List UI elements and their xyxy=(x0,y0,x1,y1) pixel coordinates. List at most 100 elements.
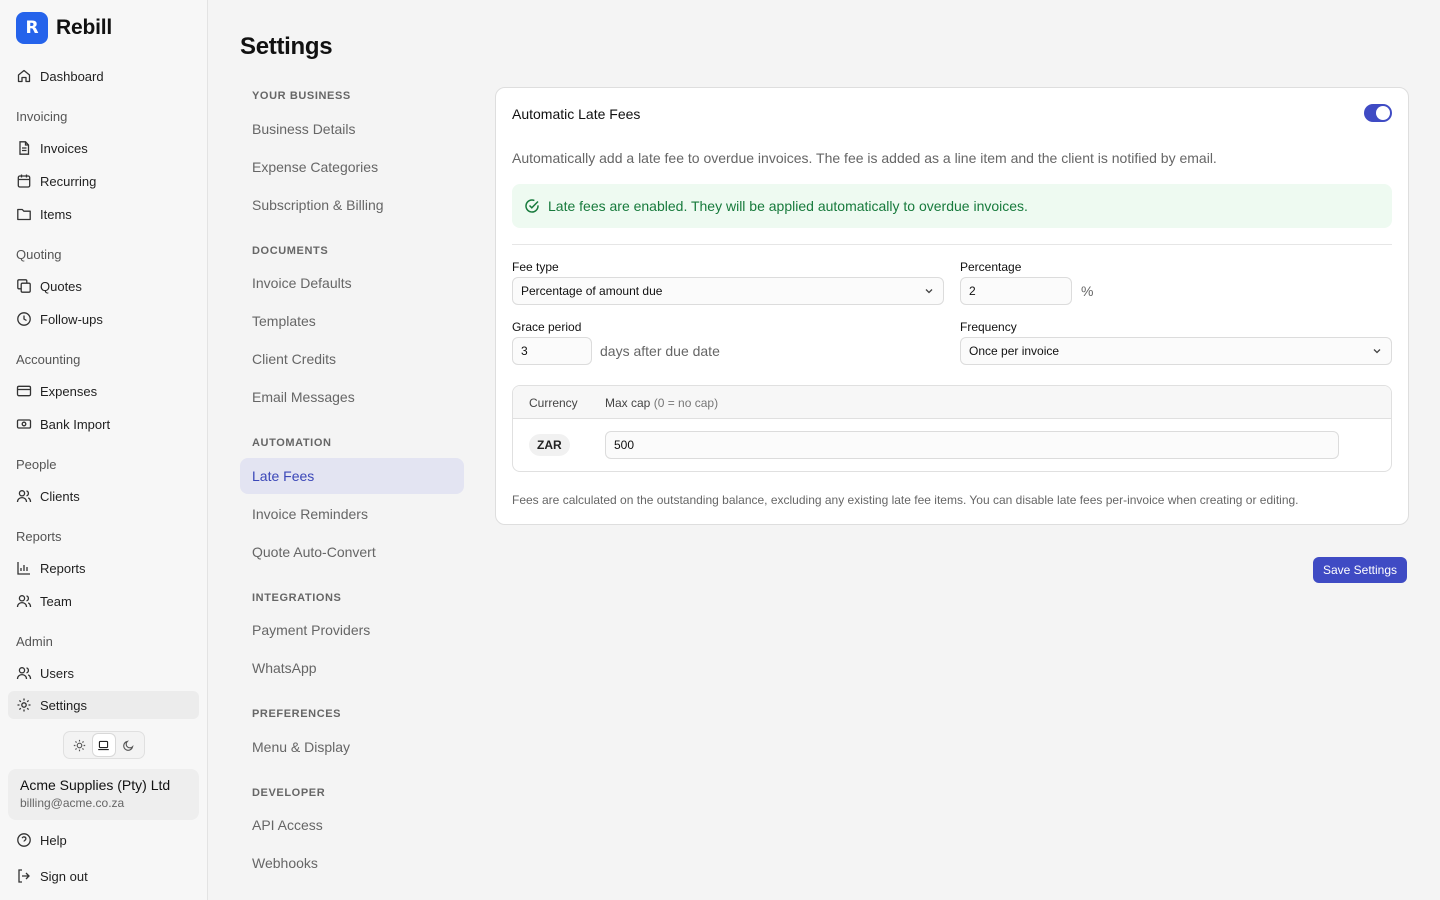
sidebar-item-label: Settings xyxy=(40,697,87,713)
column-header-currency: Currency xyxy=(529,396,578,410)
clock-icon xyxy=(17,312,31,326)
late-fees-card: Automatic Late Fees Automatically add a … xyxy=(495,87,1409,525)
column-header-max-cap: Max cap (0 = no cap) xyxy=(605,396,718,410)
sidebar-item-label: Expenses xyxy=(40,383,98,399)
settings-nav-expense-categories[interactable]: Expense Categories xyxy=(240,149,464,185)
brand-logo: R xyxy=(16,12,48,44)
calendar-icon xyxy=(17,174,31,188)
sidebar-item-invoices[interactable]: Invoices xyxy=(8,134,199,162)
late-fees-toggle[interactable] xyxy=(1364,104,1392,122)
notice-text: Late fees are enabled. They will be appl… xyxy=(548,198,1028,214)
percentage-input[interactable]: 2 xyxy=(960,277,1072,305)
account-name: Acme Supplies (Pty) Ltd xyxy=(20,777,171,793)
settings-nav-header: YOUR BUSINESS xyxy=(252,90,351,102)
nav-group-admin: Admin xyxy=(16,634,53,649)
sidebar-item-quotes[interactable]: Quotes xyxy=(8,272,199,300)
settings-nav-whatsapp[interactable]: WhatsApp xyxy=(240,650,464,686)
settings-nav-invoice-reminders[interactable]: Invoice Reminders xyxy=(240,496,464,532)
chevron-down-icon xyxy=(1373,349,1381,354)
select-value: Once per invoice xyxy=(969,344,1060,358)
grace-period-input[interactable]: 3 xyxy=(512,337,592,365)
select-value: Percentage of amount due xyxy=(521,284,663,298)
sidebar-item-label: Dashboard xyxy=(40,68,104,84)
sidebar-item-dashboard[interactable]: Dashboard xyxy=(8,62,199,90)
sidebar-item-label: Help xyxy=(40,832,67,848)
brand-name: Rebill xyxy=(56,16,112,39)
home-icon xyxy=(17,69,31,83)
settings-nav-quote-auto-convert[interactable]: Quote Auto-Convert xyxy=(240,534,464,570)
sidebar-item-help[interactable]: Help xyxy=(8,826,199,854)
settings-nav-subscription-billing[interactable]: Subscription & Billing xyxy=(240,187,464,223)
nav-group-quoting: Quoting xyxy=(16,247,62,262)
chevron-down-icon xyxy=(925,289,933,294)
sidebar-item-label: Recurring xyxy=(40,173,97,189)
fee-type-label: Fee type xyxy=(512,260,559,274)
settings-nav-header: INTEGRATIONS xyxy=(252,592,342,604)
settings-nav-payment-providers[interactable]: Payment Providers xyxy=(240,612,464,648)
max-cap-input[interactable]: 500 xyxy=(605,431,1339,459)
bar-chart-icon xyxy=(17,562,30,575)
help-circle-icon xyxy=(17,833,31,847)
sidebar-item-label: Items xyxy=(40,206,72,222)
settings-nav-webhooks[interactable]: Webhooks xyxy=(240,845,464,881)
card-description: Automatically add a late fee to overdue … xyxy=(512,150,1217,166)
theme-light-button[interactable] xyxy=(68,734,90,756)
currency-badge: ZAR xyxy=(529,434,570,456)
settings-nav-header: DEVELOPER xyxy=(252,787,326,799)
sidebar-item-label: Quotes xyxy=(40,278,82,294)
grace-period-suffix: days after due date xyxy=(600,343,720,359)
sidebar-item-label: Sign out xyxy=(40,868,88,884)
percent-suffix: % xyxy=(1081,283,1094,299)
sidebar-item-expenses[interactable]: Expenses xyxy=(8,377,199,405)
banknote-icon xyxy=(16,419,32,429)
theme-system-button[interactable] xyxy=(92,734,115,756)
brand[interactable]: R Rebill xyxy=(16,12,112,44)
sidebar-item-sign-out[interactable]: Sign out xyxy=(8,862,199,890)
nav-group-people: People xyxy=(16,457,57,472)
sidebar-item-recurring[interactable]: Recurring xyxy=(8,167,199,195)
sidebar-item-bank-import[interactable]: Bank Import xyxy=(8,410,199,438)
settings-nav-invoice-defaults[interactable]: Invoice Defaults xyxy=(240,265,464,301)
settings-nav-business-details[interactable]: Business Details xyxy=(240,111,464,147)
sidebar-item-team[interactable]: Team xyxy=(8,587,199,615)
users-icon xyxy=(16,595,32,608)
settings-nav-api-access[interactable]: API Access xyxy=(240,807,464,843)
enabled-notice: Late fees are enabled. They will be appl… xyxy=(512,184,1392,228)
sidebar-item-label: Clients xyxy=(40,488,80,504)
document-icon xyxy=(19,141,30,155)
settings-nav-email-messages[interactable]: Email Messages xyxy=(240,379,464,415)
sidebar-item-items[interactable]: Items xyxy=(8,200,199,228)
save-settings-button[interactable]: Save Settings xyxy=(1313,557,1407,583)
account-card[interactable]: Acme Supplies (Pty) Ltd billing@acme.co.… xyxy=(8,769,199,820)
settings-nav-client-credits[interactable]: Client Credits xyxy=(240,341,464,377)
users-icon xyxy=(16,490,32,503)
divider xyxy=(512,244,1392,245)
copy-icon xyxy=(17,279,31,293)
theme-dark-button[interactable] xyxy=(118,734,140,756)
card-title: Automatic Late Fees xyxy=(512,106,641,122)
settings-nav-late-fees[interactable]: Late Fees xyxy=(240,458,464,494)
max-cap-header-label: Max cap xyxy=(605,396,651,410)
table-row: ZAR 500 xyxy=(513,419,1391,471)
laptop-icon xyxy=(98,740,110,750)
frequency-select[interactable]: Once per invoice xyxy=(960,337,1392,365)
page-title: Settings xyxy=(240,33,333,60)
theme-toggle xyxy=(63,731,145,759)
sidebar-item-users[interactable]: Users xyxy=(8,659,199,687)
credit-card-icon xyxy=(16,385,32,397)
sidebar-item-settings[interactable]: Settings xyxy=(8,691,199,719)
sidebar-item-label: Follow-ups xyxy=(40,311,103,327)
max-cap-hint: (0 = no cap) xyxy=(653,396,719,410)
sidebar-item-followups[interactable]: Follow-ups xyxy=(8,305,199,333)
settings-nav-menu-display[interactable]: Menu & Display xyxy=(240,729,464,765)
sidebar-item-reports[interactable]: Reports xyxy=(8,554,199,582)
sidebar-item-label: Team xyxy=(40,593,72,609)
settings-nav-templates[interactable]: Templates xyxy=(240,303,464,339)
fee-type-select[interactable]: Percentage of amount due xyxy=(512,277,944,305)
moon-icon xyxy=(123,739,134,751)
sidebar-item-clients[interactable]: Clients xyxy=(8,482,199,510)
nav-group-accounting: Accounting xyxy=(16,352,81,367)
percentage-label: Percentage xyxy=(960,260,1022,274)
nav-group-invoicing: Invoicing xyxy=(16,109,68,124)
settings-nav-header: AUTOMATION xyxy=(252,437,332,449)
